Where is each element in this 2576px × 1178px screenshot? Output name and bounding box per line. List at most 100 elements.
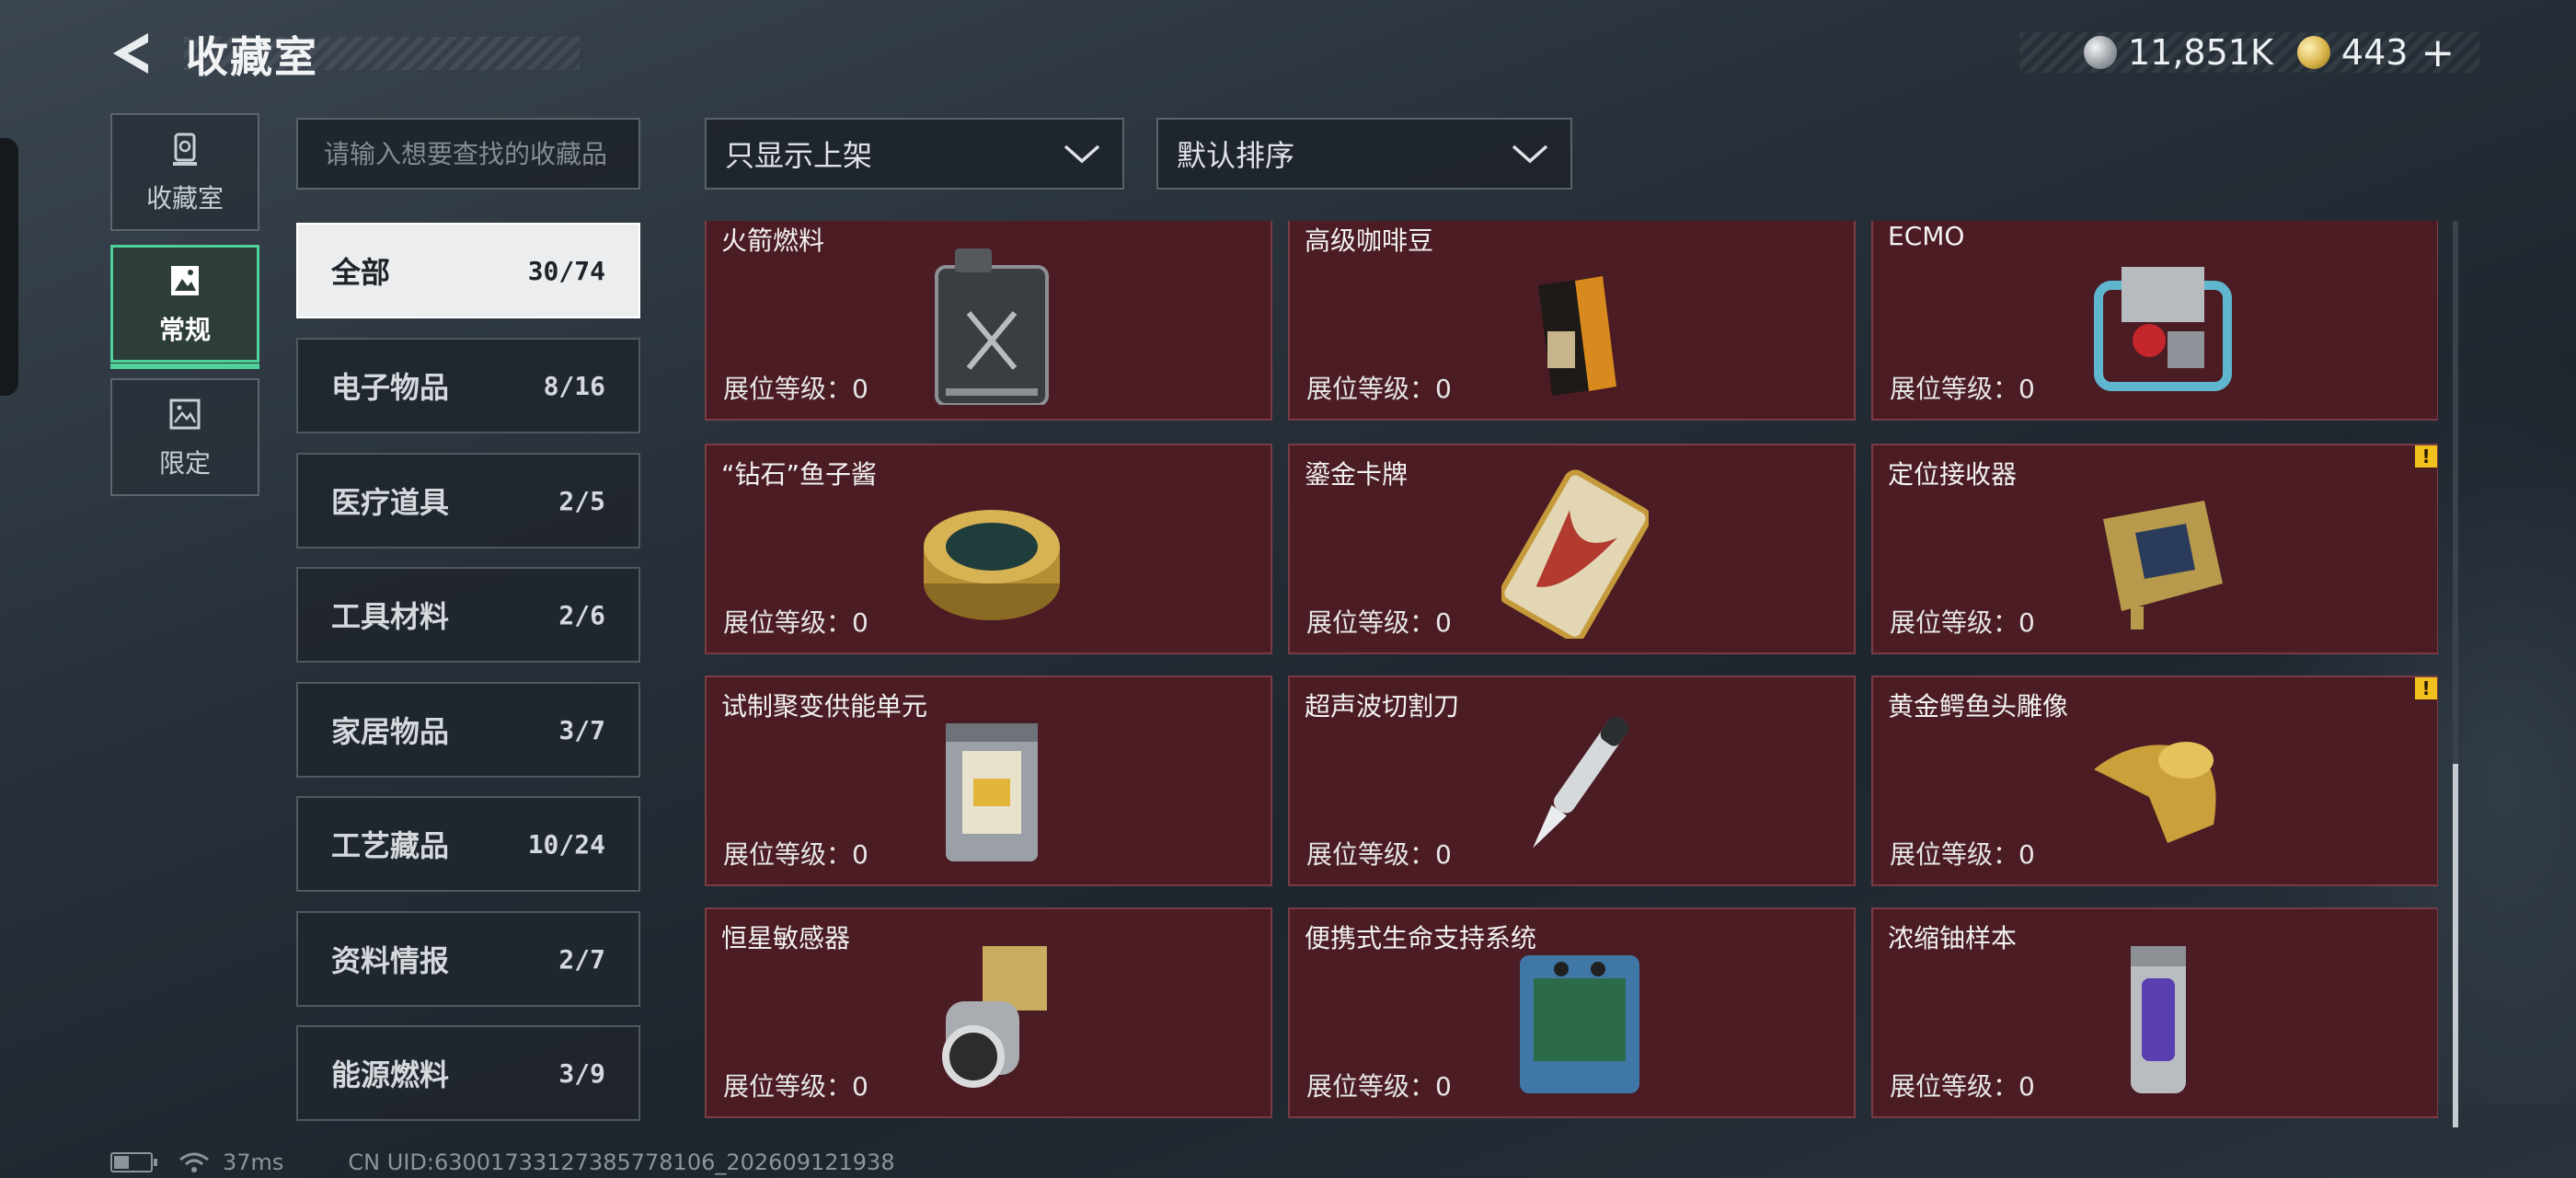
star-sensor-icon bbox=[942, 946, 1047, 1088]
collection-grid: 火箭燃料 展位等级：0 高级咖啡豆 展位等级：0 ECMO 展位等级：0 “钻石… bbox=[705, 221, 2438, 1127]
item-name: 定位接收器 bbox=[1888, 459, 2018, 490]
category-name: 资料情报 bbox=[331, 943, 450, 978]
page-title: 收藏室 bbox=[186, 32, 318, 82]
category-count: 3/9 bbox=[558, 1057, 605, 1089]
category-name: 家居物品 bbox=[331, 714, 450, 749]
item-name: 试制聚变供能单元 bbox=[721, 691, 928, 722]
header: 收藏室 11,851K 443 + bbox=[0, 0, 2576, 106]
warning-badge: ! bbox=[2415, 445, 2437, 468]
category-count: 10/24 bbox=[527, 828, 605, 860]
receiver-device-icon bbox=[2103, 501, 2223, 629]
booth-level: 展位等级：0 bbox=[1890, 839, 2035, 870]
collection-card[interactable]: 黄金鳄鱼头雕像 ! 展位等级：0 bbox=[1871, 676, 2438, 886]
item-name: 鎏金卡牌 bbox=[1305, 459, 1409, 490]
category-name: 全部 bbox=[331, 255, 391, 290]
battery-icon bbox=[110, 1152, 157, 1172]
landscape-icon bbox=[169, 398, 201, 430]
silver-coin-icon bbox=[2084, 36, 2117, 69]
search-box[interactable] bbox=[296, 118, 640, 190]
gold-amount: 443 bbox=[2340, 32, 2409, 73]
caviar-tin-icon bbox=[924, 510, 1060, 620]
fuel-canister-icon bbox=[935, 248, 1049, 405]
collection-card[interactable]: 恒星敏感器 展位等级：0 bbox=[705, 907, 1272, 1118]
fusion-cell-icon bbox=[946, 723, 1038, 861]
collection-card[interactable]: 高级咖啡豆 展位等级：0 bbox=[1288, 221, 1856, 421]
sort-dropdown[interactable]: 默认排序 bbox=[1156, 118, 1572, 190]
category-name: 医疗道具 bbox=[331, 485, 450, 520]
category-count: 8/16 bbox=[543, 370, 605, 401]
display-filter-value: 只显示上架 bbox=[725, 138, 873, 173]
category-name: 电子物品 bbox=[331, 370, 450, 405]
booth-level: 展位等级：0 bbox=[1306, 1071, 1452, 1102]
ping-value: 37ms bbox=[223, 1149, 284, 1175]
nav-tab-collection-room[interactable]: 收藏室 bbox=[110, 113, 259, 231]
collection-card[interactable]: 定位接收器 ! 展位等级：0 bbox=[1871, 444, 2438, 654]
category-name: 工艺藏品 bbox=[331, 828, 450, 863]
wifi-icon bbox=[179, 1152, 209, 1172]
back-button[interactable] bbox=[106, 26, 161, 81]
item-name: 火箭燃料 bbox=[721, 225, 825, 256]
category-household[interactable]: 家居物品 3/7 bbox=[296, 682, 640, 778]
booth-level: 展位等级：0 bbox=[1306, 607, 1452, 638]
gilded-card-icon bbox=[1501, 469, 1649, 639]
booth-level: 展位等级：0 bbox=[723, 374, 868, 404]
trophy-icon bbox=[173, 133, 197, 166]
silver-amount: 11,851K bbox=[2128, 32, 2273, 73]
nav-tab-limited[interactable]: 限定 bbox=[110, 378, 259, 496]
display-filter-dropdown[interactable]: 只显示上架 bbox=[705, 118, 1124, 190]
item-name: 超声波切割刀 bbox=[1305, 691, 1460, 722]
uid-text: CN UID:6300173312738577810­6_20260912193… bbox=[348, 1149, 895, 1175]
search-input[interactable] bbox=[324, 138, 627, 169]
scrollbar-thumb[interactable] bbox=[2453, 764, 2458, 1127]
collection-card[interactable]: 浓缩铀样本 展位等级：0 bbox=[1871, 907, 2438, 1118]
category-all[interactable]: 全部 30/74 bbox=[296, 223, 640, 318]
booth-level: 展位等级：0 bbox=[723, 839, 868, 870]
booth-level: 展位等级：0 bbox=[723, 607, 868, 638]
chevron-down-icon bbox=[1064, 144, 1100, 164]
side-edge-handle[interactable] bbox=[0, 138, 18, 396]
currency-bar: 11,851K 443 + bbox=[2019, 29, 2479, 76]
booth-level: 展位等级：0 bbox=[1890, 1071, 2035, 1102]
booth-level: 展位等级：0 bbox=[1306, 374, 1452, 404]
uranium-capsule-icon bbox=[2131, 946, 2186, 1093]
booth-level: 展位等级：0 bbox=[1890, 374, 2035, 404]
add-currency-button[interactable]: + bbox=[2421, 29, 2455, 76]
category-count: 3/7 bbox=[558, 714, 605, 745]
category-medical[interactable]: 医疗道具 2/5 bbox=[296, 453, 640, 549]
nav-tab-regular[interactable]: 常规 bbox=[110, 245, 259, 369]
coffee-bag-icon bbox=[1538, 276, 1616, 396]
nav-label: 常规 bbox=[158, 315, 211, 345]
category-name: 工具材料 bbox=[331, 599, 450, 634]
category-tools[interactable]: 工具材料 2/6 bbox=[296, 567, 640, 663]
item-name: ECMO bbox=[1888, 221, 1965, 251]
collection-card[interactable]: “钻石”鱼子酱 展位等级：0 bbox=[705, 444, 1272, 654]
category-count: 2/5 bbox=[558, 485, 605, 516]
gold-coin-icon bbox=[2296, 36, 2330, 69]
collection-card[interactable]: 便携式生命支持系统 展位等级：0 bbox=[1288, 907, 1856, 1118]
gold-crocodile-icon bbox=[2094, 742, 2216, 843]
sort-value: 默认排序 bbox=[1177, 138, 1295, 173]
nav-label: 收藏室 bbox=[145, 183, 224, 214]
item-name: 恒星敏感器 bbox=[721, 923, 851, 953]
category-electronics[interactable]: 电子物品 8/16 bbox=[296, 338, 640, 433]
category-energy[interactable]: 能源燃料 3/9 bbox=[296, 1025, 640, 1121]
category-intel[interactable]: 资料情报 2/7 bbox=[296, 911, 640, 1007]
collection-card[interactable]: 鎏金卡牌 展位等级：0 bbox=[1288, 444, 1856, 654]
item-name: 黄金鳄鱼头雕像 bbox=[1888, 691, 2069, 722]
collection-card[interactable]: 试制聚变供能单元 展位等级：0 bbox=[705, 676, 1272, 886]
collection-card[interactable]: ECMO 展位等级：0 bbox=[1871, 221, 2438, 421]
collection-card[interactable]: 火箭燃料 展位等级：0 bbox=[705, 221, 1272, 421]
nav-label: 限定 bbox=[158, 448, 211, 479]
category-crafts[interactable]: 工艺藏品 10/24 bbox=[296, 796, 640, 892]
booth-level: 展位等级：0 bbox=[1306, 839, 1452, 870]
category-count: 2/7 bbox=[558, 943, 605, 975]
chevron-down-icon bbox=[1512, 144, 1548, 164]
item-name: “钻石”鱼子酱 bbox=[721, 459, 878, 490]
picture-icon bbox=[171, 266, 199, 295]
category-count: 30/74 bbox=[527, 255, 605, 286]
booth-level: 展位等级：0 bbox=[723, 1071, 868, 1102]
ultrasonic-knife-icon bbox=[1533, 716, 1629, 849]
category-name: 能源燃料 bbox=[331, 1057, 450, 1092]
back-arrow-icon bbox=[113, 33, 148, 74]
collection-card[interactable]: 超声波切割刀 展位等级：0 bbox=[1288, 676, 1856, 886]
